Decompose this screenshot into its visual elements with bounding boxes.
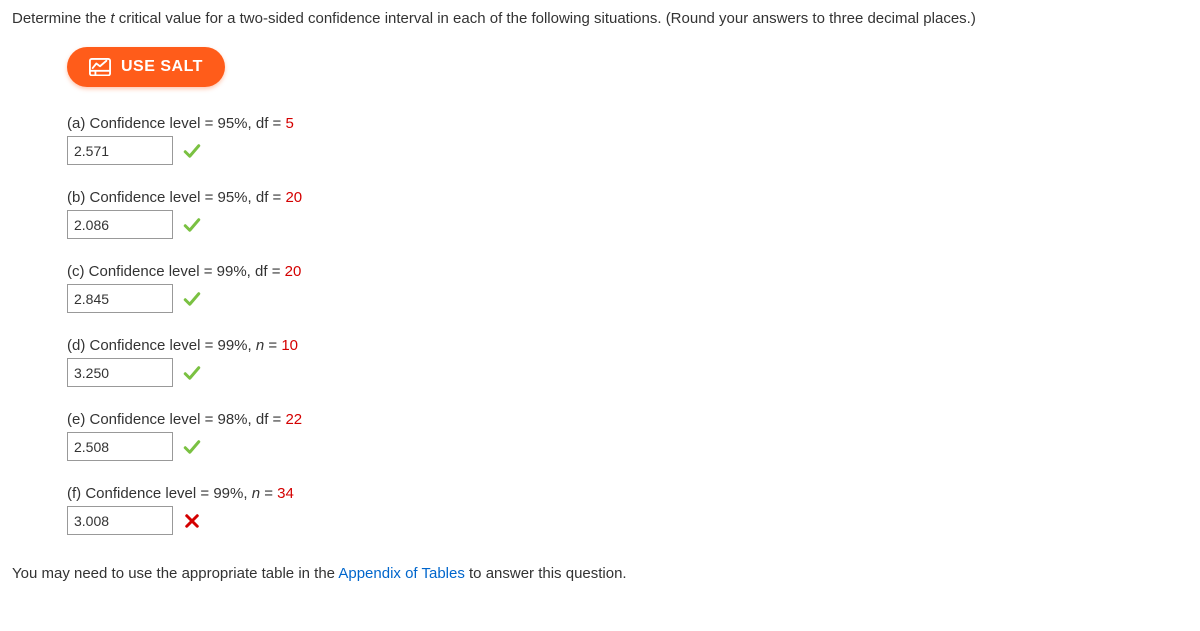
instructions-prefix: Determine the — [12, 10, 110, 27]
check-icon — [183, 290, 201, 308]
part-e-label: (e) Confidence level = 98%, df = 22 — [67, 411, 1188, 428]
part-e-input[interactable] — [67, 432, 173, 461]
part-b-input[interactable] — [67, 210, 173, 239]
footer-suffix: to answer this question. — [465, 565, 627, 582]
check-icon — [183, 364, 201, 382]
part-c-input[interactable] — [67, 284, 173, 313]
part-b-label: (b) Confidence level = 95%, df = 20 — [67, 189, 1188, 206]
salt-icon — [89, 58, 111, 76]
part-a-input[interactable] — [67, 136, 173, 165]
part-b: (b) Confidence level = 95%, df = 20 — [67, 189, 1188, 239]
part-a: (a) Confidence level = 95%, df = 5 — [67, 115, 1188, 165]
part-d: (d) Confidence level = 99%, n = 10 — [67, 337, 1188, 387]
part-e: (e) Confidence level = 98%, df = 22 — [67, 411, 1188, 461]
part-c-label: (c) Confidence level = 99%, df = 20 — [67, 263, 1188, 280]
footer-hint: You may need to use the appropriate tabl… — [12, 565, 1188, 582]
salt-label: USE SALT — [121, 58, 203, 76]
question-instructions: Determine the t critical value for a two… — [12, 10, 1188, 27]
check-icon — [183, 142, 201, 160]
part-f-label: (f) Confidence level = 99%, n = 34 — [67, 485, 1188, 502]
appendix-tables-link[interactable]: Appendix of Tables — [338, 565, 464, 582]
part-d-label: (d) Confidence level = 99%, n = 10 — [67, 337, 1188, 354]
check-icon — [183, 438, 201, 456]
part-f-input[interactable] — [67, 506, 173, 535]
part-f: (f) Confidence level = 99%, n = 34 — [67, 485, 1188, 535]
use-salt-button[interactable]: USE SALT — [67, 47, 225, 87]
instructions-suffix: critical value for a two-sided confidenc… — [115, 10, 976, 27]
part-c: (c) Confidence level = 99%, df = 20 — [67, 263, 1188, 313]
footer-prefix: You may need to use the appropriate tabl… — [12, 565, 338, 582]
part-a-label: (a) Confidence level = 95%, df = 5 — [67, 115, 1188, 132]
x-icon — [183, 512, 201, 530]
part-d-input[interactable] — [67, 358, 173, 387]
check-icon — [183, 216, 201, 234]
